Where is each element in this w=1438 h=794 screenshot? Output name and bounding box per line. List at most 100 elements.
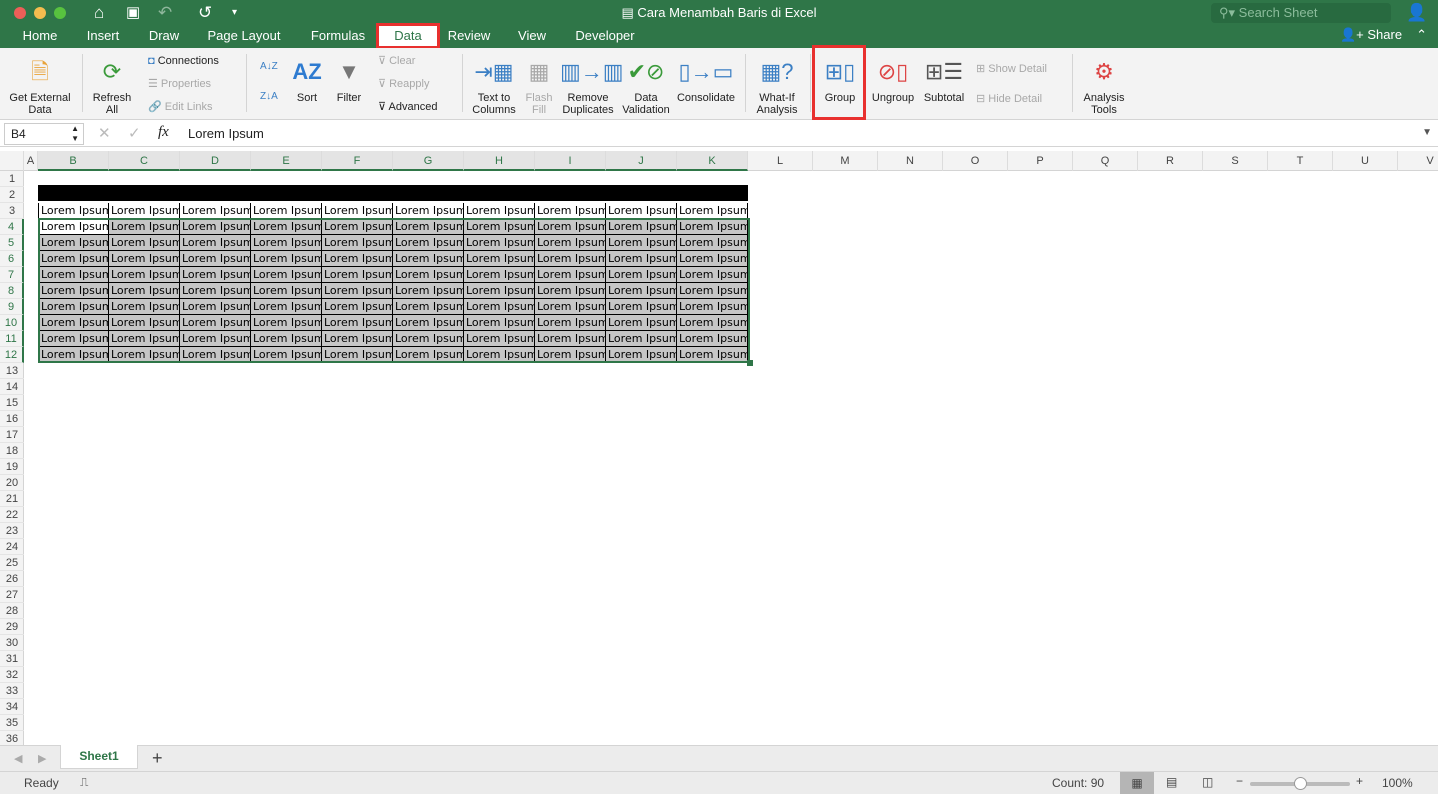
clear-filter-button[interactable]: ⊽ Clear — [378, 54, 415, 68]
row-header-13[interactable]: 13 — [0, 363, 24, 379]
cell-F3[interactable]: Lorem Ipsum — [322, 203, 393, 219]
row-header-26[interactable]: 26 — [0, 571, 24, 587]
column-header-O[interactable]: O — [943, 151, 1008, 171]
row-header-21[interactable]: 21 — [0, 491, 24, 507]
row-header-10[interactable]: 10 — [0, 315, 24, 331]
column-header-P[interactable]: P — [1008, 151, 1073, 171]
row-header-32[interactable]: 32 — [0, 667, 24, 683]
column-header-F[interactable]: F — [322, 151, 393, 171]
column-header-H[interactable]: H — [464, 151, 535, 171]
cancel-icon[interactable]: ✕ — [98, 124, 111, 142]
properties-button[interactable]: ☰ Properties — [148, 77, 211, 91]
fill-handle[interactable] — [747, 360, 753, 366]
column-header-Q[interactable]: Q — [1073, 151, 1138, 171]
column-header-U[interactable]: U — [1333, 151, 1398, 171]
row-header-4[interactable]: 4 — [0, 219, 24, 235]
tab-draw[interactable]: Draw — [142, 26, 186, 48]
share-button[interactable]: 👤+ Share ⌃ — [1340, 27, 1427, 43]
column-header-L[interactable]: L — [748, 151, 813, 171]
row-header-34[interactable]: 34 — [0, 699, 24, 715]
data-validation-button[interactable]: ✔⊘ Data Validation — [620, 56, 672, 116]
cell-E3[interactable]: Lorem Ipsum — [251, 203, 322, 219]
column-header-M[interactable]: M — [813, 151, 878, 171]
zoom-slider-handle[interactable] — [1294, 777, 1307, 790]
select-all-corner[interactable] — [0, 151, 24, 171]
column-header-B[interactable]: B — [38, 151, 109, 171]
function-icon[interactable]: fx — [158, 124, 169, 141]
row-header-19[interactable]: 19 — [0, 459, 24, 475]
tab-view[interactable]: View — [512, 26, 552, 48]
row-header-12[interactable]: 12 — [0, 347, 24, 363]
next-sheet-icon[interactable]: ▶ — [38, 752, 46, 765]
cell-G3[interactable]: Lorem Ipsum — [393, 203, 464, 219]
search-sheet-input[interactable]: ⚲▾ Search Sheet — [1211, 3, 1391, 23]
analysis-tools-button[interactable]: ⚙ Analysis Tools — [1078, 56, 1130, 116]
tab-review[interactable]: Review — [444, 26, 494, 48]
expand-formula-bar-icon[interactable]: ▼ — [1422, 127, 1432, 138]
text-to-columns-button[interactable]: ⇥▦ Text to Columns — [468, 56, 520, 116]
cell-K3[interactable]: Lorem Ipsum — [677, 203, 748, 219]
row-header-27[interactable]: 27 — [0, 587, 24, 603]
consolidate-button[interactable]: ▯→▭ Consolidate — [674, 56, 738, 104]
row-header-23[interactable]: 23 — [0, 523, 24, 539]
page-break-view-icon[interactable]: ◫ — [1202, 775, 1213, 789]
row-header-29[interactable]: 29 — [0, 619, 24, 635]
zoom-slider[interactable] — [1250, 777, 1350, 790]
row-header-35[interactable]: 35 — [0, 715, 24, 731]
row-header-2[interactable]: 2 — [0, 187, 24, 203]
formula-input[interactable]: Lorem Ipsum — [188, 126, 264, 141]
cell-D3[interactable]: Lorem Ipsum — [180, 203, 251, 219]
column-header-K[interactable]: K — [677, 151, 748, 171]
row-header-15[interactable]: 15 — [0, 395, 24, 411]
tab-page-layout[interactable]: Page Layout — [200, 26, 288, 48]
what-if-analysis-button[interactable]: ▦? What-If Analysis — [750, 56, 804, 116]
row-header-24[interactable]: 24 — [0, 539, 24, 555]
remove-duplicates-button[interactable]: ▥→▥ Remove Duplicates — [560, 56, 624, 116]
reapply-button[interactable]: ⊽ Reapply — [378, 77, 429, 91]
row-header-30[interactable]: 30 — [0, 635, 24, 651]
column-header-S[interactable]: S — [1203, 151, 1268, 171]
flash-fill-button[interactable]: ▦ Flash Fill — [522, 56, 556, 116]
cell-B3[interactable]: Lorem Ipsum — [38, 203, 109, 219]
account-icon[interactable]: 👤 — [1406, 3, 1427, 23]
row-header-6[interactable]: 6 — [0, 251, 24, 267]
row-header-31[interactable]: 31 — [0, 651, 24, 667]
sort-a-z-button[interactable]: A↓Z — [260, 60, 278, 74]
get-external-data-button[interactable]: 🗎 Get External Data — [4, 56, 76, 116]
cell-I3[interactable]: Lorem Ipsum — [535, 203, 606, 219]
refresh-all-button[interactable]: ⟳ Refresh All — [88, 56, 136, 116]
column-header-C[interactable]: C — [109, 151, 180, 171]
name-box-stepper-icon[interactable]: ▲ ▼ — [71, 124, 79, 144]
zoom-out-button[interactable]: − — [1236, 774, 1243, 788]
column-header-J[interactable]: J — [606, 151, 677, 171]
row-header-18[interactable]: 18 — [0, 443, 24, 459]
column-header-V[interactable]: V — [1398, 151, 1438, 171]
row-header-33[interactable]: 33 — [0, 683, 24, 699]
cell-C3[interactable]: Lorem Ipsum — [109, 203, 180, 219]
enter-icon[interactable]: ✓ — [128, 124, 141, 142]
column-header-N[interactable]: N — [878, 151, 943, 171]
sort-button[interactable]: AZ Sort — [290, 56, 324, 104]
column-header-A[interactable]: A — [24, 151, 38, 171]
row-header-22[interactable]: 22 — [0, 507, 24, 523]
sheet-tab-sheet1[interactable]: Sheet1 — [60, 745, 138, 769]
tab-formulas[interactable]: Formulas — [304, 26, 372, 48]
ungroup-button[interactable]: ⊘▯ Ungroup — [868, 56, 918, 104]
column-header-D[interactable]: D — [180, 151, 251, 171]
advanced-filter-button[interactable]: ⊽ Advanced — [378, 100, 437, 114]
sort-z-a-button[interactable]: Z↓A — [260, 90, 278, 104]
row-header-14[interactable]: 14 — [0, 379, 24, 395]
row-header-7[interactable]: 7 — [0, 267, 24, 283]
tab-home[interactable]: Home — [14, 26, 66, 48]
zoom-in-button[interactable]: + — [1356, 774, 1363, 788]
tab-developer[interactable]: Developer — [568, 26, 642, 48]
tab-data[interactable]: Data — [376, 23, 440, 49]
row-header-20[interactable]: 20 — [0, 475, 24, 491]
row-header-16[interactable]: 16 — [0, 411, 24, 427]
row-header-9[interactable]: 9 — [0, 299, 24, 315]
hide-detail-button[interactable]: ⊟ Hide Detail — [976, 92, 1042, 106]
subtotal-button[interactable]: ⊞☰ Subtotal — [920, 56, 968, 104]
name-box[interactable]: B4 ▲ ▼ — [4, 123, 84, 145]
previous-sheet-icon[interactable]: ◀ — [14, 752, 22, 765]
show-detail-button[interactable]: ⊞ Show Detail — [976, 62, 1047, 76]
